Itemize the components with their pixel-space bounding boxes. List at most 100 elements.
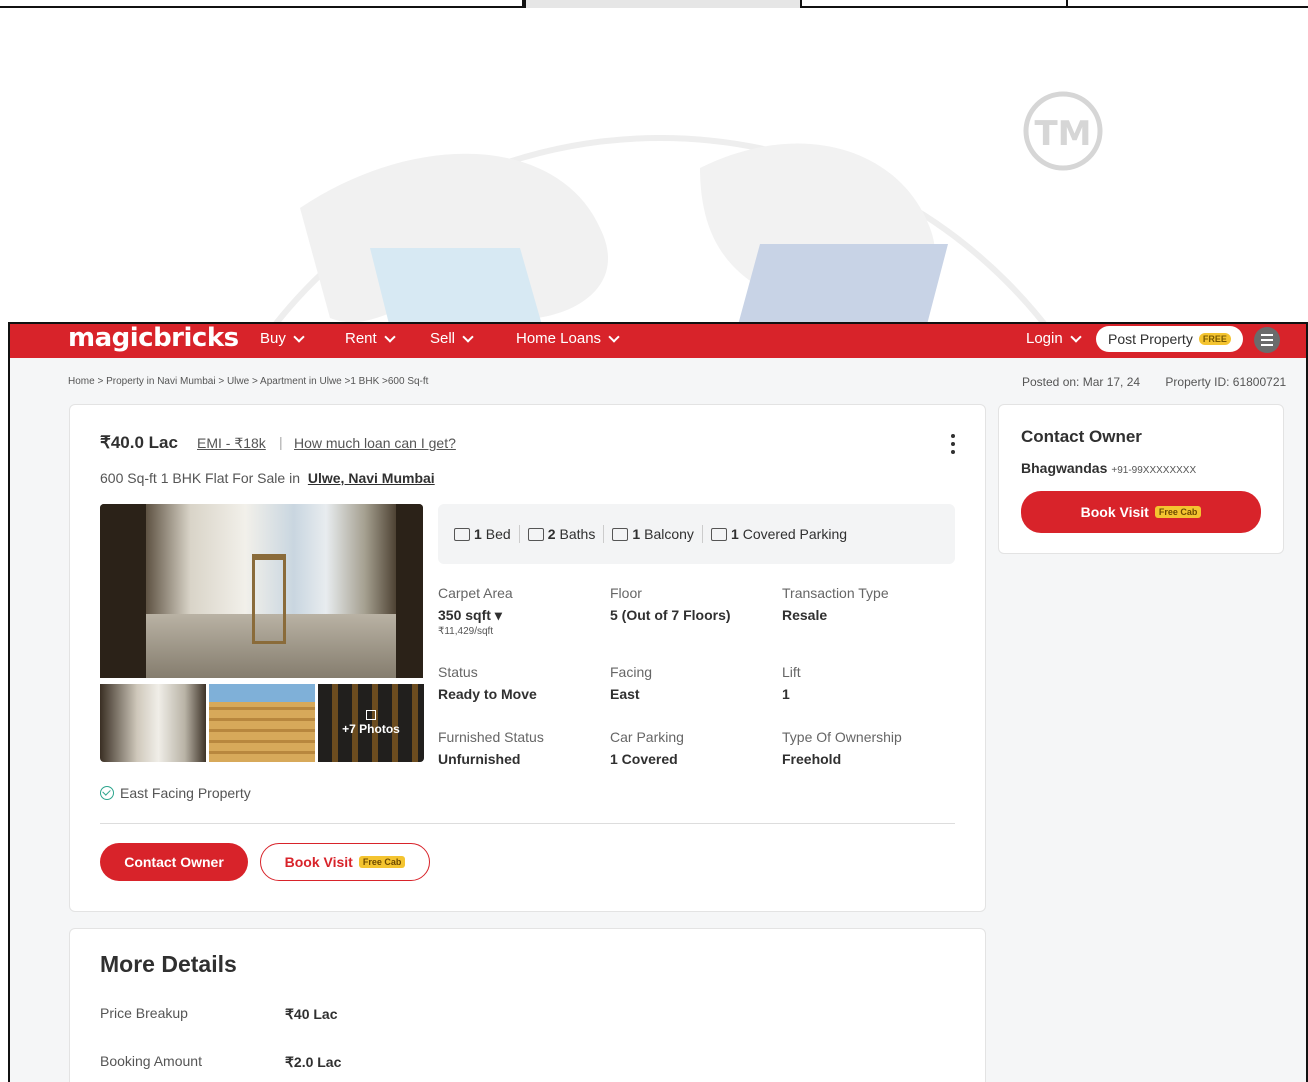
property-subtitle: 600 Sq-ft 1 BHK Flat For Sale in Ulwe, N… xyxy=(100,470,435,486)
spec-carpet-area: Carpet Area 350 sqft ▾ ₹11,429/sqft xyxy=(438,585,513,637)
subtitle-text: 600 Sq-ft 1 BHK Flat For Sale in xyxy=(100,470,300,486)
balcony-icon xyxy=(612,527,629,541)
spec-value: Freehold xyxy=(782,751,842,767)
free-cab-badge: Free Cab xyxy=(1154,506,1202,518)
free-cab-badge: Free Cab xyxy=(358,856,406,868)
post-property-label: Post Property xyxy=(1108,331,1193,347)
highlight-label: East Facing Property xyxy=(120,785,251,801)
amenity-label: Baths xyxy=(559,526,596,542)
breadcrumb[interactable]: Home > Property in Navi Mumbai > Ulwe > … xyxy=(68,376,428,387)
spec-value[interactable]: 350 sqft ▾ xyxy=(438,607,513,624)
bath-icon xyxy=(527,527,544,541)
spec-label: Furnished Status xyxy=(438,729,544,745)
menu-line xyxy=(1261,344,1273,346)
top-artifact-strip xyxy=(0,0,1308,8)
spec-value: East xyxy=(610,686,640,702)
chevron-down-icon xyxy=(608,330,620,343)
spec-label: Car Parking xyxy=(610,729,684,745)
nav-rent[interactable]: Rent xyxy=(345,330,396,347)
photo-stool xyxy=(252,554,286,644)
chevron-down-icon xyxy=(384,330,396,343)
amenity-label: Bed xyxy=(485,526,511,542)
spec-value: 5 (Out of 7 Floors) xyxy=(610,607,731,623)
spec-label: Type Of Ownership xyxy=(782,729,902,745)
browser-frame: magicbricks Buy Rent Sell Home Loans Log… xyxy=(8,322,1308,1082)
chevron-down-icon xyxy=(462,330,474,343)
spec-value: 1 Covered xyxy=(610,751,678,767)
bed-icon xyxy=(454,527,470,541)
spec-car-parking: Car Parking 1 Covered xyxy=(610,729,684,767)
tm-watermark: TM xyxy=(1034,114,1091,154)
loan-eligibility-link[interactable]: How much loan can I get? xyxy=(294,435,456,451)
photo-thumbnail-more[interactable]: +7 Photos xyxy=(318,684,424,762)
nav-sell[interactable]: Sell xyxy=(430,330,474,347)
nav-rent-label: Rent xyxy=(345,330,377,347)
amenity-count: 1 xyxy=(632,526,641,542)
amenities-summary: 1 Bed 2 Baths 1 Balcony 1 Covered Parking xyxy=(438,504,955,564)
spec-transaction-type: Transaction Type Resale xyxy=(782,585,889,623)
spec-value: Resale xyxy=(782,607,828,623)
free-badge: FREE xyxy=(1198,333,1231,345)
side-book-visit-label: Book Visit xyxy=(1080,504,1149,520)
nav-login[interactable]: Login xyxy=(1026,330,1082,347)
side-card-title: Contact Owner xyxy=(1021,427,1142,446)
book-visit-button[interactable]: Book Visit Free Cab xyxy=(260,843,430,881)
amenity-count: 1 xyxy=(730,526,739,542)
menu-line xyxy=(1261,339,1273,341)
more-photos-label: +7 Photos xyxy=(342,722,400,736)
spec-value: Unfurnished xyxy=(438,751,521,767)
amenity-separator xyxy=(603,525,605,543)
magicbricks-logo[interactable]: magicbricks xyxy=(68,324,239,352)
side-book-visit-button[interactable]: Book Visit Free Cab xyxy=(1021,491,1261,533)
spec-status: Status Ready to Move xyxy=(438,664,537,702)
detail-value: ₹40 Lac xyxy=(285,1006,338,1022)
property-summary-card: ₹40.0 Lac EMI - ₹18k | How much loan can… xyxy=(69,404,986,912)
amenity-label: Balcony xyxy=(644,526,694,542)
owner-phone: +91-99XXXXXXXX xyxy=(1111,465,1197,476)
amenity-bath: 2 Baths xyxy=(527,526,596,542)
owner-name: Bhagwandas +91-99XXXXXXXX xyxy=(1021,460,1196,476)
spec-label: Carpet Area xyxy=(438,585,513,601)
owner-name-text: Bhagwandas xyxy=(1021,460,1108,476)
photo-thumbnail[interactable] xyxy=(209,684,315,762)
contact-owner-label: Contact Owner xyxy=(124,854,224,870)
strip-divider xyxy=(1066,0,1068,8)
car-icon xyxy=(710,527,727,541)
book-visit-label: Book Visit xyxy=(284,854,353,870)
top-navbar: magicbricks Buy Rent Sell Home Loans Log… xyxy=(10,324,1306,358)
chevron-down-icon xyxy=(293,330,305,343)
spec-furnished-status: Furnished Status Unfurnished xyxy=(438,729,544,767)
nav-home-loans[interactable]: Home Loans xyxy=(516,330,620,347)
location-link[interactable]: Ulwe, Navi Mumbai xyxy=(308,470,435,486)
more-options-icon[interactable] xyxy=(948,434,958,454)
more-details-title: More Details xyxy=(100,951,237,977)
nav-buy[interactable]: Buy xyxy=(260,330,305,347)
chevron-down-icon xyxy=(1070,330,1082,343)
post-property-button[interactable]: Post Property FREE xyxy=(1096,326,1243,352)
amenity-bed: 1 Bed xyxy=(454,526,511,542)
amenity-separator xyxy=(701,525,703,543)
nav-sell-label: Sell xyxy=(430,330,456,347)
photo-door xyxy=(396,504,423,678)
separator: | xyxy=(279,434,283,450)
posted-on: Posted on: Mar 17, 24 xyxy=(1022,375,1141,389)
contact-owner-card: Contact Owner Bhagwandas +91-99XXXXXXXX B… xyxy=(998,404,1284,554)
more-details-card: More Details Price Breakup ₹40 Lac Booki… xyxy=(69,928,986,1082)
spec-label: Transaction Type xyxy=(782,585,889,601)
emi-link[interactable]: EMI - ₹18k xyxy=(197,435,266,452)
spec-label: Status xyxy=(438,664,478,680)
photo-thumbnail[interactable] xyxy=(100,684,206,762)
spec-lift: Lift 1 xyxy=(782,664,801,702)
nav-buy-label: Buy xyxy=(260,330,286,347)
nav-login-label: Login xyxy=(1026,330,1063,347)
detail-label: Price Breakup xyxy=(100,1005,188,1021)
property-id: Property ID: 61800721 xyxy=(1165,375,1287,389)
contact-owner-button[interactable]: Contact Owner xyxy=(100,843,248,881)
hamburger-menu-button[interactable] xyxy=(1254,327,1280,353)
main-property-photo[interactable] xyxy=(100,504,423,678)
spec-ownership: Type Of Ownership Freehold xyxy=(782,729,902,767)
amenity-parking: 1 Covered Parking xyxy=(710,526,847,542)
photo-door xyxy=(100,504,146,678)
spec-label: Floor xyxy=(610,585,642,601)
more-photos-overlay[interactable]: +7 Photos xyxy=(318,684,424,762)
